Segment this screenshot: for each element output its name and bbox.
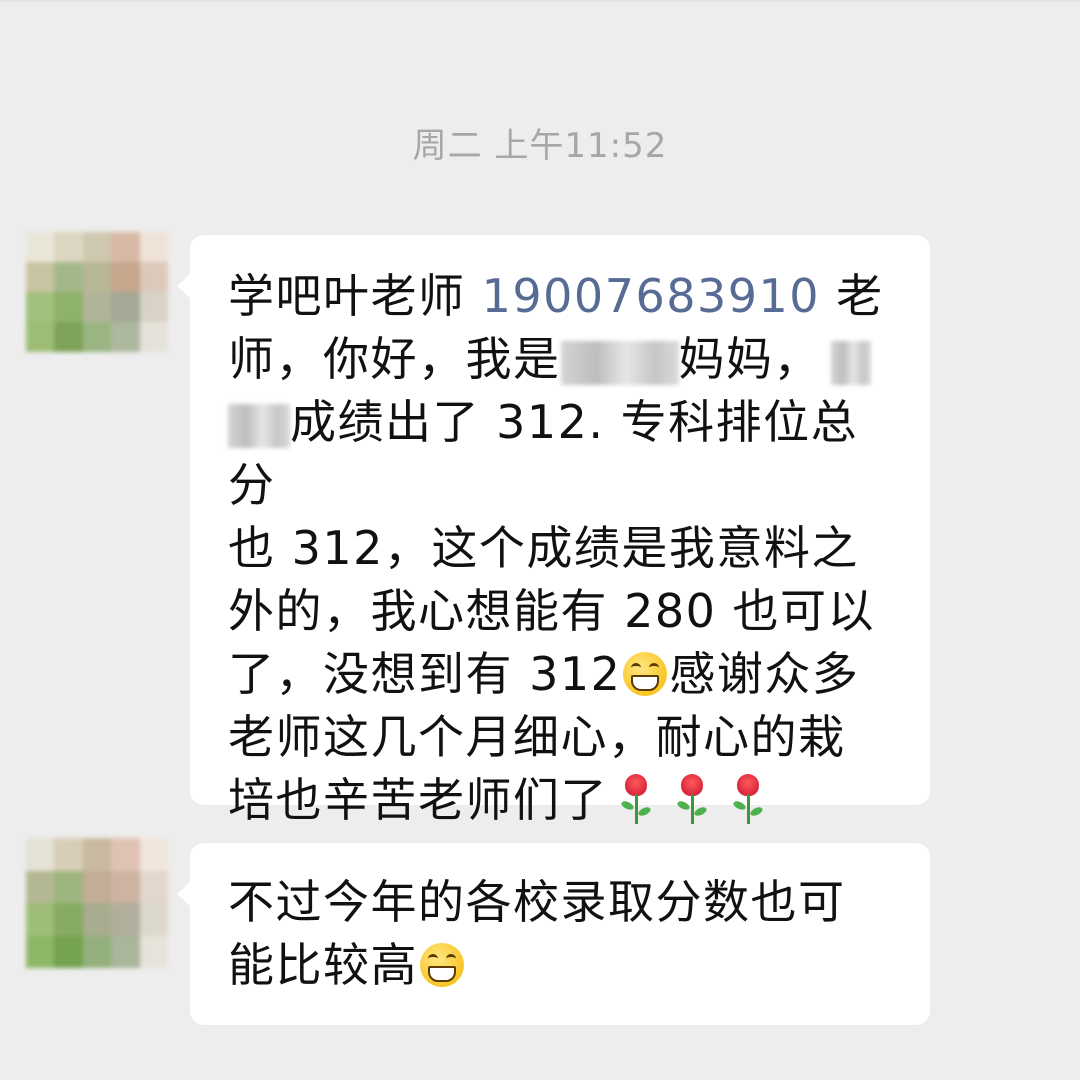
- text-segment: 成绩出了 312. 专科排位总分: [228, 395, 859, 512]
- message-text: 学吧叶老师 19007683910 老 师，你好，我是 妈妈， 成绩出了 312.…: [228, 265, 900, 832]
- rose-icon: [674, 774, 710, 824]
- text-segment: 培也辛苦老师们了: [228, 773, 608, 827]
- message-bubble[interactable]: 不过今年的各校录取分数也可 能比较高: [177, 843, 930, 1025]
- text-line: 老师这几个月细心，耐心的栽: [228, 710, 846, 764]
- text-line: 外的，我心想能有 280 也可以: [228, 584, 876, 638]
- text-segment: 妈妈，: [678, 332, 821, 386]
- rose-icon: [730, 774, 766, 824]
- text-segment: 师，你好，我是: [228, 332, 561, 386]
- redacted-text-mosaic: [831, 340, 871, 385]
- text-line: 不过今年的各校录取分数也可: [228, 875, 846, 929]
- rose-icon: [618, 774, 654, 824]
- text-segment: 感谢众多: [669, 647, 860, 701]
- text-segment: 老: [820, 269, 884, 323]
- avatar[interactable]: [26, 838, 168, 968]
- avatar[interactable]: [26, 232, 168, 352]
- top-divider: [0, 0, 1080, 2]
- message-timestamp: 周二 上午11:52: [412, 126, 668, 166]
- message-bubble[interactable]: 学吧叶老师 19007683910 老 师，你好，我是 妈妈， 成绩出了 312.…: [177, 235, 930, 827]
- grinning-face-icon: [623, 652, 668, 696]
- text-segment: 能比较高: [228, 938, 418, 992]
- text-segment: 了，没想到有 312: [228, 647, 622, 701]
- redacted-name-mosaic: [560, 340, 679, 385]
- text-segment: 学吧叶老师: [228, 269, 482, 323]
- phone-number-link[interactable]: 19007683910: [482, 269, 820, 323]
- message-text: 不过今年的各校录取分数也可 能比较高: [228, 871, 900, 997]
- grinning-face-icon: [420, 943, 464, 987]
- redacted-text-mosaic: [228, 403, 290, 448]
- text-line: 也 312，这个成绩是我意料之: [228, 521, 859, 575]
